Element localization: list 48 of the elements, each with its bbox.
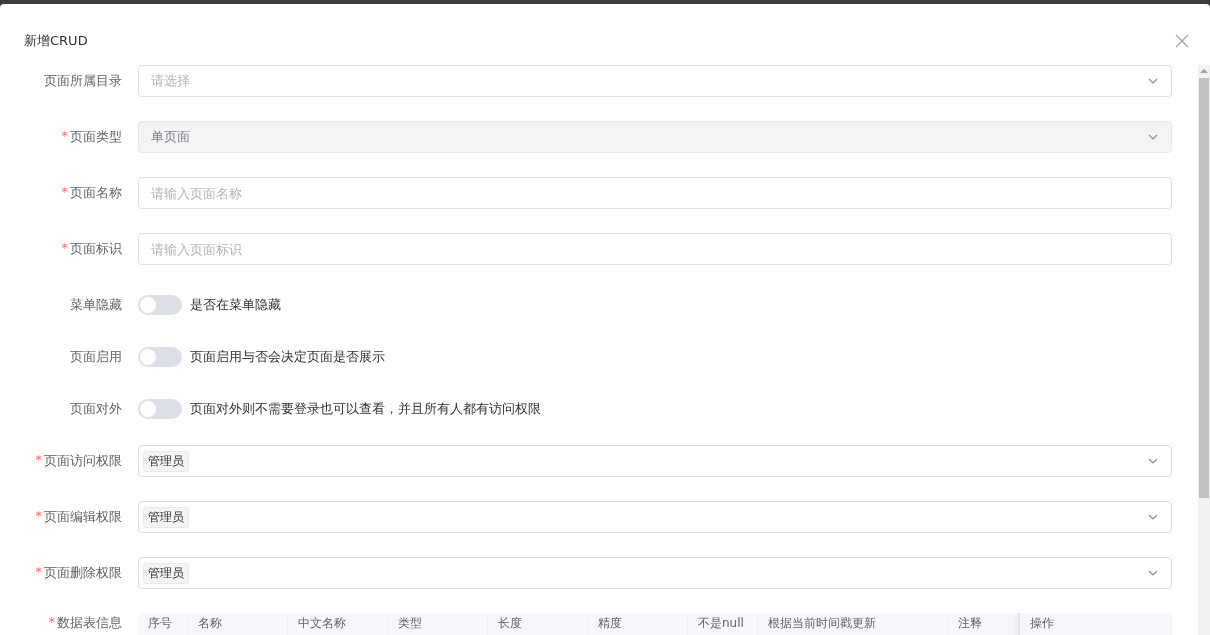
field-label: 页面所属目录 bbox=[43, 72, 123, 90]
field-label: *页面名称 bbox=[60, 184, 123, 202]
required-mark: * bbox=[48, 614, 55, 631]
field-label: *页面标识 bbox=[60, 240, 123, 258]
toggle-switch[interactable] bbox=[138, 295, 182, 315]
scroll-up-icon[interactable] bbox=[1200, 69, 1208, 73]
column-header: 类型 bbox=[388, 613, 488, 635]
close-icon[interactable] bbox=[1175, 34, 1189, 48]
column-header: 操作 bbox=[1020, 613, 1172, 635]
column-header: 根据当前时间戳更新 bbox=[758, 613, 948, 635]
field-label: 菜单隐藏 bbox=[69, 296, 123, 314]
input-field[interactable]: 请输入页面标识 bbox=[138, 233, 1172, 265]
scrollbar[interactable] bbox=[1198, 65, 1210, 635]
required-mark: * bbox=[61, 184, 68, 201]
switch-hint: 页面启用与否会决定页面是否展示 bbox=[190, 348, 385, 366]
column-header: 序号 bbox=[138, 613, 188, 635]
column-header: 名称 bbox=[188, 613, 288, 635]
field-label: *页面编辑权限 bbox=[34, 508, 123, 526]
dialog-title: 新增CRUD bbox=[24, 32, 88, 50]
column-header: 精度 bbox=[588, 613, 688, 635]
tag: 管理员 bbox=[143, 562, 189, 584]
select-field: 单页面 bbox=[138, 121, 1172, 153]
switch-hint: 页面对外则不需要登录也可以查看，并且所有人都有访问权限 bbox=[190, 400, 541, 418]
switch-hint: 是否在菜单隐藏 bbox=[190, 296, 281, 314]
required-mark: * bbox=[35, 508, 42, 525]
required-mark: * bbox=[61, 128, 68, 145]
input-field[interactable]: 请输入页面名称 bbox=[138, 177, 1172, 209]
field-label: *页面删除权限 bbox=[34, 564, 123, 582]
column-header: 不是null bbox=[688, 613, 758, 635]
required-mark: * bbox=[61, 240, 68, 257]
select-field[interactable]: 管理员 bbox=[138, 557, 1172, 589]
select-field[interactable]: 管理员 bbox=[138, 445, 1172, 477]
tag: 管理员 bbox=[143, 450, 189, 472]
tag: 管理员 bbox=[143, 506, 189, 528]
column-header: 注释 bbox=[948, 613, 1020, 635]
column-header: 中文名称 bbox=[288, 613, 388, 635]
select-field[interactable]: 管理员 bbox=[138, 501, 1172, 533]
scrollbar-thumb[interactable] bbox=[1199, 78, 1209, 498]
field-label: *数据表信息 bbox=[47, 613, 123, 632]
required-mark: * bbox=[35, 564, 42, 581]
column-header: 长度 bbox=[488, 613, 588, 635]
field-label: *页面访问权限 bbox=[34, 452, 123, 470]
toggle-switch[interactable] bbox=[138, 347, 182, 367]
field-label: 页面启用 bbox=[69, 348, 123, 366]
field-label: 页面对外 bbox=[69, 400, 123, 418]
field-label: *页面类型 bbox=[60, 128, 123, 146]
toggle-switch[interactable] bbox=[138, 399, 182, 419]
required-mark: * bbox=[35, 452, 42, 469]
